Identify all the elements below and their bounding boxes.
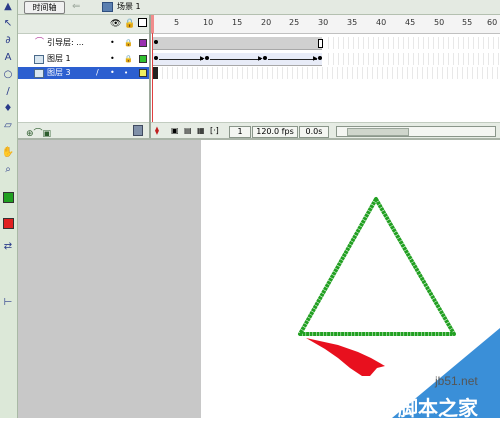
stage-drawing bbox=[298, 197, 500, 418]
watermark-domain: jb51.net bbox=[435, 374, 478, 388]
triangle-shape bbox=[298, 197, 456, 336]
red-arrow-shape bbox=[306, 338, 385, 376]
watermark-title: 脚本之家 bbox=[398, 396, 478, 420]
